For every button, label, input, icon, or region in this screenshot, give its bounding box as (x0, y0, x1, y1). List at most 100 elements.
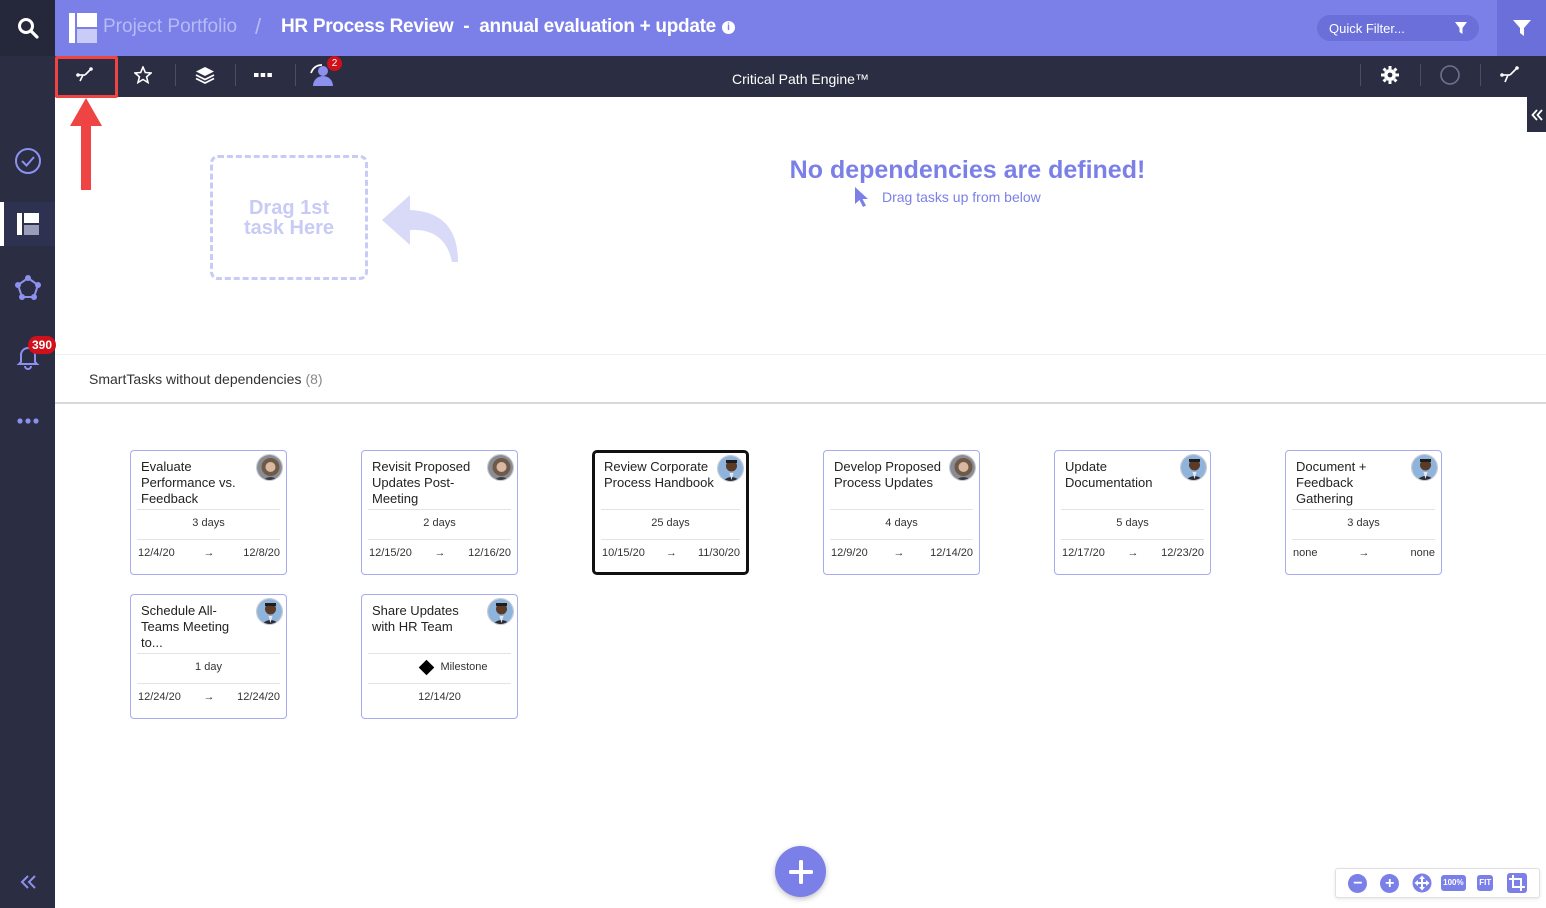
page-title: HR Process Review - annual evaluation + … (281, 16, 735, 38)
minus-icon: − (1348, 873, 1368, 893)
critical-path-view-button[interactable] (1485, 56, 1535, 94)
assignee-avatar[interactable] (487, 598, 514, 625)
crop-button[interactable] (1506, 873, 1528, 893)
circle-icon (1440, 65, 1460, 85)
arrow-right-icon: → (665, 547, 677, 559)
card-divider (830, 509, 973, 510)
funnel-icon (1455, 22, 1467, 34)
critical-path-button-highlight (55, 56, 118, 98)
sidebar-item-more[interactable] (0, 399, 55, 443)
card-divider (601, 539, 740, 540)
layers-icon (195, 67, 215, 85)
assignee-avatar[interactable] (1411, 454, 1438, 481)
task-name: Evaluate Performance vs. Feedback (141, 459, 236, 506)
task-name: Develop Proposed Process Updates (834, 459, 941, 490)
task-dates: 12/17/20 → 12/23/20 (1062, 547, 1204, 559)
task-dates: 10/15/20 → 11/30/20 (602, 547, 740, 559)
start-date: 12/15/20 (369, 547, 412, 559)
sidebar-item-projects[interactable] (0, 202, 55, 246)
end-date: 12/14/20 (930, 547, 973, 559)
milestone-date: 12/14/20 (418, 691, 461, 703)
start-date: 12/4/20 (138, 547, 175, 559)
search-button[interactable] (0, 0, 55, 56)
milestone-indicator: Milestone (362, 659, 517, 675)
pan-button[interactable] (1411, 873, 1433, 893)
assignee-avatar[interactable] (717, 455, 744, 482)
card-divider (368, 539, 511, 540)
zoom-100-button[interactable]: 100% (1441, 873, 1466, 893)
first-task-dropzone[interactable]: Drag 1st task Here (210, 155, 368, 280)
milestone-label: Milestone (440, 661, 488, 673)
task-duration: 25 days (651, 517, 690, 529)
arrow-right-icon: → (1127, 547, 1139, 559)
zoom-controls: − + 100% FIT (1335, 868, 1540, 898)
end-date: 11/30/20 (697, 547, 740, 559)
end-date: none (1410, 547, 1435, 559)
task-card[interactable]: Update Documentation 5 days 12/17/20 → 12/23… (1054, 450, 1211, 575)
card-divider (368, 653, 511, 654)
sidebar-item-network[interactable] (0, 266, 55, 310)
star-icon (134, 66, 152, 84)
task-card[interactable]: Review Corporate Process Handbook 25 days… (592, 450, 749, 575)
task-card[interactable]: Schedule All-Teams Meeting to... 1 day 12/… (130, 594, 287, 719)
more-options-button[interactable] (238, 56, 288, 94)
funnel-icon (1512, 20, 1531, 36)
quick-filter-dropdown[interactable]: Quick Filter... (1317, 15, 1479, 41)
breadcrumb-parent[interactable]: Project Portfolio (103, 16, 237, 38)
assignee-avatar[interactable] (487, 454, 514, 481)
section-count: (8) (305, 371, 323, 387)
toolbar-divider (175, 64, 176, 86)
assignee-avatar[interactable] (256, 454, 283, 481)
section-title: SmartTasks without dependencies (8) (89, 371, 323, 387)
card-divider (830, 539, 973, 540)
assignee-avatar[interactable] (256, 598, 283, 625)
task-name: Update Documentation (1065, 459, 1153, 490)
task-card[interactable]: Develop Proposed Process Updates 4 days 12… (823, 450, 980, 575)
card-divider (1061, 509, 1204, 510)
card-divider (137, 509, 280, 510)
plus-icon: + (1380, 873, 1400, 893)
curved-return-arrow-icon (382, 195, 458, 262)
assignee-avatar[interactable] (1180, 454, 1207, 481)
task-name: Document + Feedback Gathering (1296, 459, 1367, 506)
breadcrumb-separator: / (255, 14, 262, 39)
collapse-panel-button[interactable] (1527, 97, 1546, 132)
arrow-right-icon: → (434, 547, 446, 559)
zoom-in-button[interactable]: + (1379, 873, 1401, 893)
task-card[interactable]: Document + Feedback Gathering 3 days none →… (1285, 450, 1442, 575)
status-toggle-button[interactable] (1425, 56, 1475, 94)
zoom-fit-label: FIT (1477, 875, 1494, 891)
annotation-arrow (70, 98, 102, 190)
start-date: none (1293, 547, 1318, 559)
info-icon[interactable]: i (721, 20, 735, 34)
task-card[interactable]: Revisit Proposed Updates Post-Meeting 2 d… (361, 450, 518, 575)
task-card[interactable]: Evaluate Performance vs. Feedback 3 days 1… (130, 450, 287, 575)
end-date: 12/16/20 (468, 547, 511, 559)
arrow-right-icon: → (1358, 547, 1370, 559)
end-date: 12/24/20 (237, 691, 280, 703)
sidebar-expand-button[interactable] (0, 860, 55, 904)
end-date: 12/8/20 (243, 547, 280, 559)
start-date: 12/9/20 (831, 547, 868, 559)
task-dates: 12/15/20 → 12/16/20 (369, 547, 511, 559)
filter-button[interactable] (1497, 0, 1546, 56)
task-card[interactable]: Share Updates with HR Team Milestone 12/14… (361, 594, 518, 719)
add-task-button[interactable] (775, 846, 826, 897)
settings-button[interactable] (1365, 56, 1415, 94)
sidebar-item-tasks[interactable] (0, 139, 55, 183)
toolbar-divider (1360, 64, 1361, 86)
more-icon (16, 418, 39, 424)
zoom-out-button[interactable]: − (1347, 873, 1369, 893)
check-circle-icon (14, 148, 41, 174)
zoom-fit-button[interactable]: FIT (1474, 873, 1496, 893)
task-name: Share Updates with HR Team (372, 603, 459, 634)
quick-filter-label: Quick Filter... (1329, 20, 1405, 36)
card-divider (368, 683, 511, 684)
task-duration: 5 days (1116, 517, 1149, 529)
layers-button[interactable] (180, 56, 230, 94)
assignee-avatar[interactable] (949, 454, 976, 481)
task-dates: 12/24/20 → 12/24/20 (138, 691, 280, 703)
favorite-button[interactable] (118, 56, 168, 94)
card-divider (137, 653, 280, 654)
card-divider (368, 509, 511, 510)
